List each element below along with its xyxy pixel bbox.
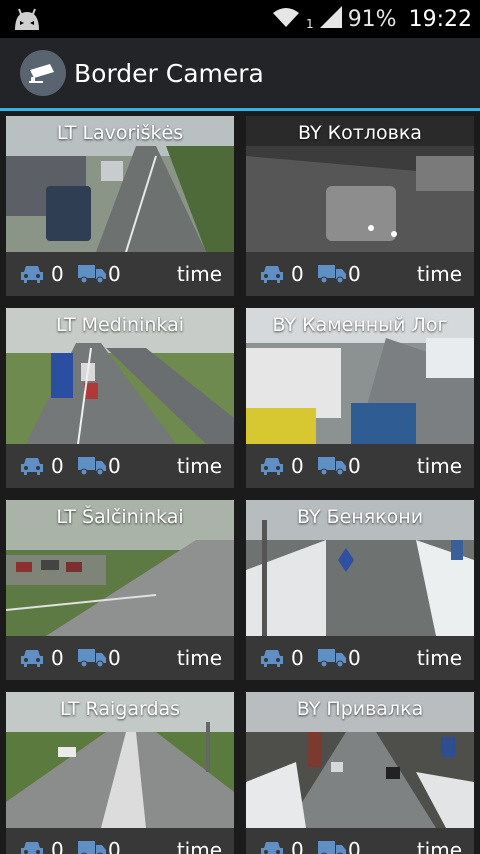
truck-icon <box>78 264 106 288</box>
car-icon <box>20 456 44 480</box>
truck-count: 0 <box>348 454 361 478</box>
car-icon <box>260 456 284 480</box>
clock: 19:22 <box>408 6 472 32</box>
car-count: 0 <box>51 838 64 854</box>
car-count: 0 <box>51 262 64 286</box>
truck-icon <box>318 840 346 854</box>
car-count: 0 <box>291 838 304 854</box>
car-icon <box>260 648 284 672</box>
camera-card[interactable]: BY Каменный Лог 0 0 time <box>246 308 474 488</box>
wifi-icon <box>272 6 300 32</box>
camera-card[interactable]: LT Šalčininkai 0 0 time <box>6 500 234 680</box>
sim-indicator: 1 <box>306 17 314 31</box>
truck-count: 0 <box>108 454 121 478</box>
car-icon <box>20 840 44 854</box>
app-title: Border Camera <box>74 59 264 88</box>
camera-title: LT Raigardas <box>59 698 181 720</box>
time-label: time <box>176 454 222 478</box>
truck-icon <box>318 456 346 480</box>
time-label: time <box>176 262 222 286</box>
car-icon <box>20 648 44 672</box>
camera-card[interactable]: LT Medininkai 0 0 time <box>6 308 234 488</box>
camera-info-bar: 0 0 time <box>246 636 474 680</box>
camera-title: BY Бенякони <box>296 506 424 528</box>
camera-card[interactable]: BY Бенякони 0 0 time <box>246 500 474 680</box>
camera-card[interactable]: BY Привалка 0 0 time <box>246 692 474 854</box>
camera-card[interactable]: LT Lavoriškės 0 0 time <box>6 116 234 296</box>
time-label: time <box>416 454 462 478</box>
camera-info-bar: 0 0 time <box>246 828 474 854</box>
android-icon <box>12 6 42 32</box>
truck-count: 0 <box>108 646 121 670</box>
camera-grid: LT Lavoriškės 0 0 time BY Котловка 0 0 t… <box>0 111 480 854</box>
time-label: time <box>416 262 462 286</box>
status-bar: 1 91% 19:22 <box>0 0 480 38</box>
action-bar: Border Camera <box>0 38 480 108</box>
camera-info-bar: 0 0 time <box>6 636 234 680</box>
truck-icon <box>318 264 346 288</box>
truck-count: 0 <box>348 646 361 670</box>
camera-card[interactable]: LT Raigardas 0 0 time <box>6 692 234 854</box>
car-count: 0 <box>51 646 64 670</box>
truck-icon <box>78 456 106 480</box>
time-label: time <box>416 838 462 854</box>
truck-count: 0 <box>108 838 121 854</box>
car-icon <box>260 840 284 854</box>
car-count: 0 <box>291 646 304 670</box>
truck-icon <box>78 648 106 672</box>
camera-info-bar: 0 0 time <box>6 444 234 488</box>
camera-info-bar: 0 0 time <box>6 828 234 854</box>
time-label: time <box>176 646 222 670</box>
truck-icon <box>78 840 106 854</box>
truck-icon <box>318 648 346 672</box>
car-count: 0 <box>291 262 304 286</box>
time-label: time <box>176 838 222 854</box>
camera-info-bar: 0 0 time <box>6 252 234 296</box>
camera-title: BY Привалка <box>296 698 424 720</box>
camera-card[interactable]: BY Котловка 0 0 time <box>246 116 474 296</box>
camera-icon[interactable] <box>20 50 66 96</box>
camera-info-bar: 0 0 time <box>246 252 474 296</box>
camera-title: LT Medininkai <box>56 314 184 336</box>
battery-text: 91% <box>347 6 397 32</box>
camera-info-bar: 0 0 time <box>246 444 474 488</box>
car-count: 0 <box>291 454 304 478</box>
car-icon <box>20 264 44 288</box>
car-icon <box>260 264 284 288</box>
signal-icon <box>319 6 342 32</box>
truck-count: 0 <box>348 838 361 854</box>
car-count: 0 <box>51 454 64 478</box>
time-label: time <box>416 646 462 670</box>
camera-title: LT Lavoriškės <box>56 122 184 144</box>
camera-title: LT Šalčininkai <box>56 506 184 528</box>
camera-title: BY Каменный Лог <box>272 314 448 336</box>
camera-title: BY Котловка <box>298 122 422 144</box>
truck-count: 0 <box>108 262 121 286</box>
truck-count: 0 <box>348 262 361 286</box>
